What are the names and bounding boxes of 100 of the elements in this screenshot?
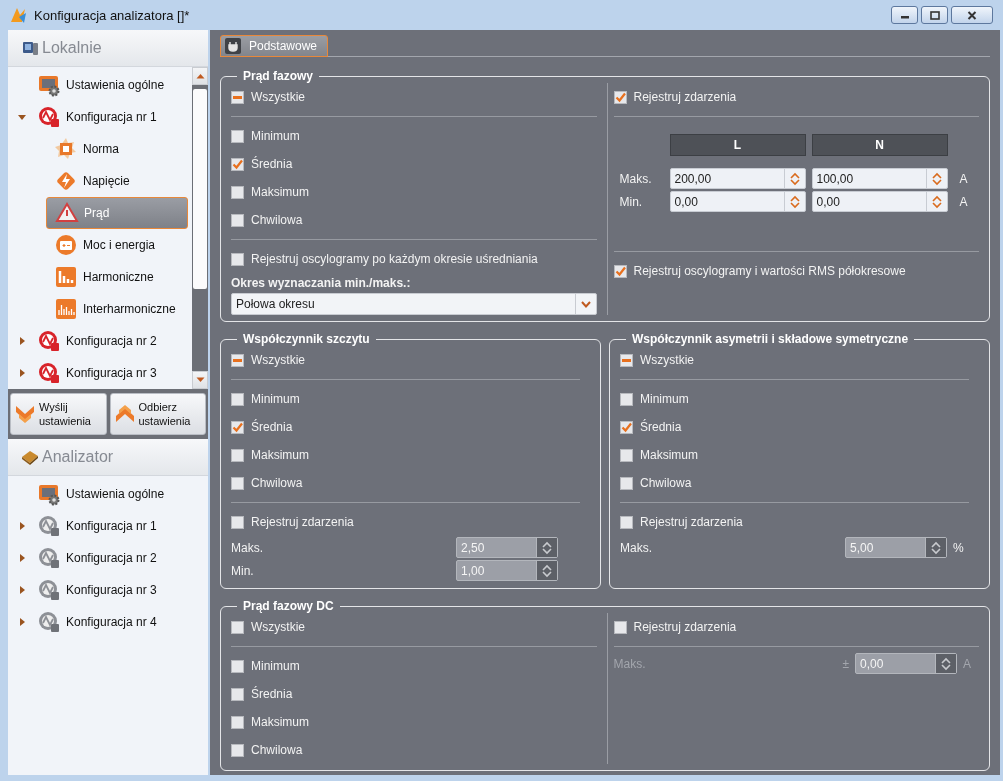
checkbox-label: Średnia xyxy=(251,420,293,434)
field-label: Maks. xyxy=(620,540,653,555)
checkbox-label: Średnia xyxy=(251,157,293,171)
checkbox[interactable] xyxy=(613,620,627,634)
tree-item[interactable]: Ustawienia ogólne xyxy=(8,478,208,510)
tree-item[interactable]: Napięcie xyxy=(46,165,188,197)
monitor-gear-icon xyxy=(37,482,61,506)
tree-item[interactable]: Konfiguracja nr 1 xyxy=(8,510,208,542)
checkbox[interactable] xyxy=(613,90,627,104)
checkmark-icon xyxy=(621,421,632,433)
caret-icon[interactable] xyxy=(17,112,27,122)
checkbox-label: Maksimum xyxy=(251,715,309,729)
scroll-up-button[interactable] xyxy=(192,67,208,85)
send-button[interactable]: Wyślij ustawienia xyxy=(10,393,107,435)
tree-item[interactable]: Konfiguracja nr 4 xyxy=(8,606,208,638)
tree-item[interactable]: Harmoniczne xyxy=(46,261,188,293)
bar-chart-icon xyxy=(54,265,78,289)
checkbox-label: Wszystkie xyxy=(640,353,694,367)
checkbox[interactable] xyxy=(231,659,244,673)
spin-arrows-icon xyxy=(789,171,800,186)
checkbox[interactable] xyxy=(620,353,633,367)
checkbox[interactable] xyxy=(620,392,633,406)
checkbox-label: Średnia xyxy=(640,420,682,434)
checkbox[interactable] xyxy=(231,687,244,701)
caret-icon[interactable] xyxy=(17,521,27,531)
minimize-button[interactable] xyxy=(891,6,918,24)
tree-item[interactable]: Konfiguracja nr 2 xyxy=(8,325,192,357)
group-title: Prąd fazowy DC xyxy=(242,599,335,613)
checkbox[interactable] xyxy=(231,353,244,367)
maximize-button[interactable] xyxy=(921,6,948,24)
checkbox-label: Maksimum xyxy=(640,448,698,462)
tree-item[interactable]: Konfiguracja nr 2 xyxy=(8,542,208,574)
caret-icon[interactable] xyxy=(17,553,27,563)
checkbox[interactable] xyxy=(231,185,244,199)
tree-item[interactable]: Konfiguracja nr 1 xyxy=(8,101,192,133)
checkbox-label: Wszystkie xyxy=(251,90,305,104)
monitor-gear-icon xyxy=(37,73,61,97)
unit-label: % xyxy=(953,540,965,555)
caret-icon[interactable] xyxy=(17,336,27,346)
dropdown[interactable]: Połowa okresu xyxy=(231,293,597,315)
field-label: Maks. xyxy=(231,540,264,555)
checkbox-label: Minimum xyxy=(251,659,300,673)
checkbox[interactable] xyxy=(231,157,244,171)
tree-item[interactable]: Konfiguracja nr 3 xyxy=(8,357,192,389)
tree-item-label: Konfiguracja nr 3 xyxy=(66,366,157,380)
checkbox-label: Rejestruj zdarzenia xyxy=(640,515,743,529)
tree-item-label: Prąd xyxy=(84,206,110,220)
caret-icon[interactable] xyxy=(17,617,27,627)
checkbox[interactable] xyxy=(231,743,244,757)
checkbox[interactable] xyxy=(620,448,633,462)
number-field[interactable]: 0,00 xyxy=(811,191,948,212)
scroll-down-button[interactable] xyxy=(192,371,208,389)
checkbox[interactable] xyxy=(231,90,244,104)
checkbox[interactable] xyxy=(231,515,244,529)
tree-item[interactable]: Konfiguracja nr 3 xyxy=(8,574,208,606)
tree-item-label: Konfiguracja nr 1 xyxy=(66,519,157,533)
checkbox-label: Chwilowa xyxy=(251,213,303,227)
receive-button[interactable]: Odbierz ustawienia xyxy=(109,393,206,435)
caret-icon[interactable] xyxy=(17,585,27,595)
checkbox[interactable] xyxy=(231,448,244,462)
checkbox[interactable] xyxy=(231,392,244,406)
checkbox[interactable] xyxy=(231,129,244,143)
checkmark-icon xyxy=(614,265,626,277)
caret-icon[interactable] xyxy=(17,368,27,378)
checkbox[interactable] xyxy=(231,476,244,490)
checkbox-label: Maksimum xyxy=(251,448,309,462)
checkbox[interactable] xyxy=(620,476,633,490)
checkbox[interactable] xyxy=(620,515,633,529)
wave-badge-icon xyxy=(37,361,61,385)
plug-icon xyxy=(225,38,241,54)
checkbox[interactable] xyxy=(231,620,244,634)
panel-title: Lokalnie xyxy=(42,39,102,57)
spin-arrows-icon xyxy=(931,171,942,186)
checkbox[interactable] xyxy=(231,213,244,227)
tree-item-label: Konfiguracja nr 2 xyxy=(66,334,157,348)
number-field[interactable]: 100,00 xyxy=(811,168,948,189)
wave-badge-icon xyxy=(37,546,61,570)
tree-item[interactable]: Moc i energia xyxy=(46,229,188,261)
unit-label: A xyxy=(958,171,969,186)
checkbox-label: Średnia xyxy=(251,687,293,701)
spin-arrows-icon xyxy=(941,656,951,671)
checkbox[interactable] xyxy=(613,264,627,278)
spin-arrows-icon xyxy=(542,563,552,578)
checkbox-label: Wszystkie xyxy=(251,353,305,367)
wave-badge-icon xyxy=(37,610,61,634)
tree-item[interactable]: Ustawienia ogólne xyxy=(8,69,192,101)
checkbox[interactable] xyxy=(231,420,244,434)
tree-item-label: Napięcie xyxy=(83,174,130,188)
tree-item[interactable]: Interharmoniczne xyxy=(46,293,188,325)
checkbox[interactable] xyxy=(231,252,244,266)
scrollbar-thumb[interactable] xyxy=(193,89,207,289)
number-field[interactable]: 0,00 xyxy=(669,191,806,212)
tree-item[interactable]: Norma xyxy=(46,133,188,165)
checkbox[interactable] xyxy=(231,715,244,729)
checkbox-label: Minimum xyxy=(251,129,300,143)
checkbox[interactable] xyxy=(620,420,633,434)
chevron-up-icon xyxy=(113,403,136,425)
close-button[interactable] xyxy=(951,6,993,24)
group-title: Prąd fazowy xyxy=(242,69,315,83)
number-field[interactable]: 200,00 xyxy=(669,168,806,189)
